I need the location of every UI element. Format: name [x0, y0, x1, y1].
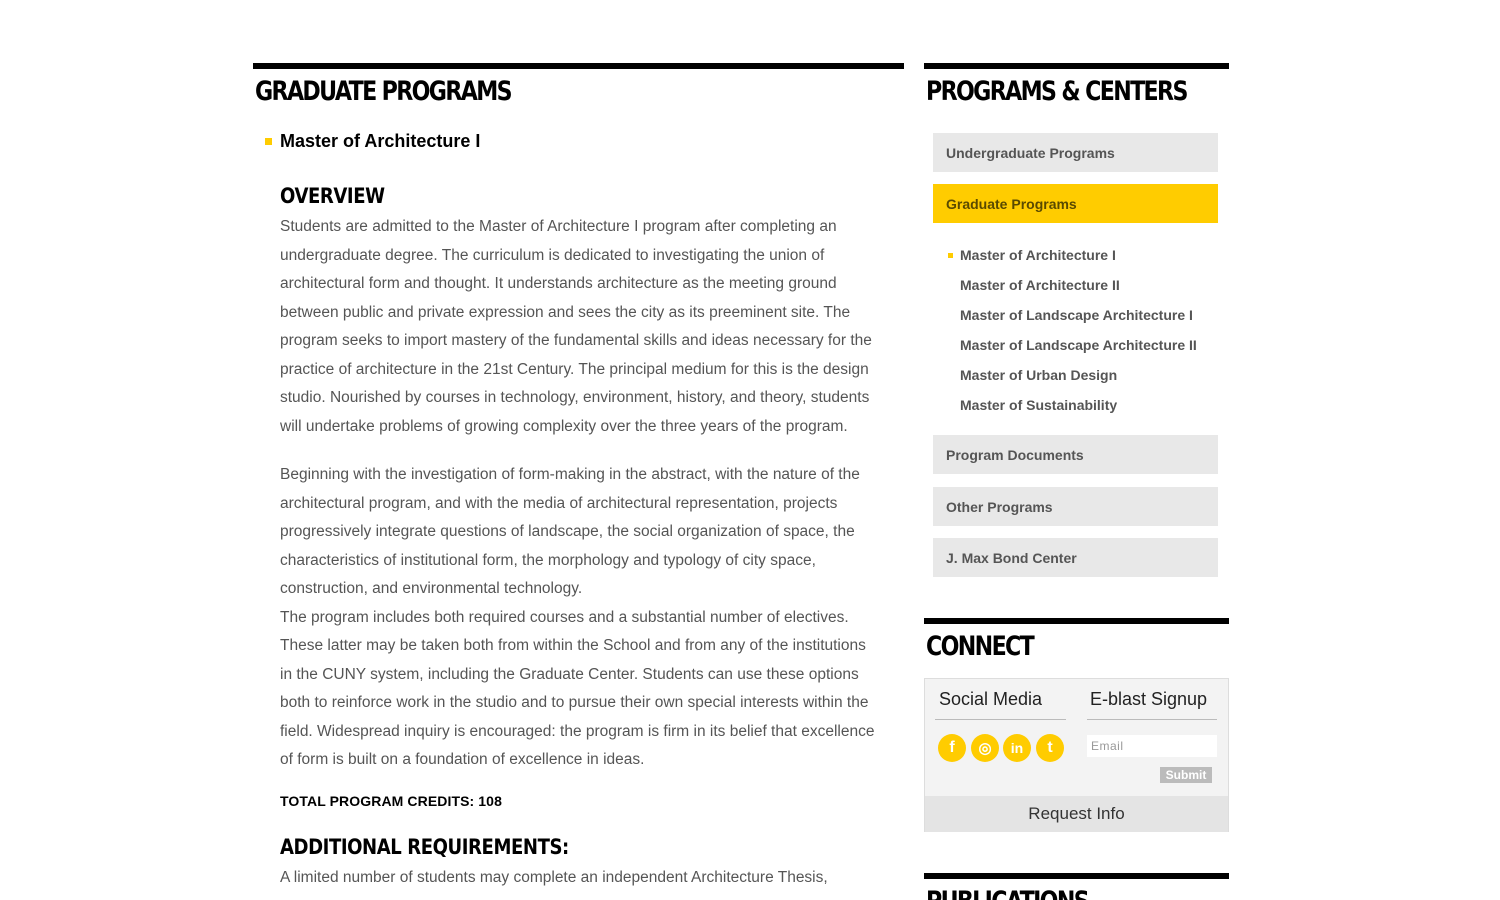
sidebar-title: PROGRAMS & CENTERS	[926, 76, 1188, 107]
sub-nav-item-mla-2[interactable]: Master of Landscape Architecture II	[960, 337, 1197, 353]
publications-section: PUBLICATIONS	[924, 873, 1229, 900]
additional-requirements-text: A limited number of students may complet…	[280, 868, 828, 886]
facebook-icon[interactable]: f	[938, 734, 966, 762]
divider	[1087, 719, 1217, 720]
section-divider	[253, 63, 904, 69]
email-field[interactable]	[1087, 735, 1217, 757]
section-divider	[924, 873, 1229, 879]
nav-graduate-programs[interactable]: Graduate Programs	[933, 184, 1218, 223]
sub-nav-item-march-1[interactable]: Master of Architecture I	[960, 247, 1116, 263]
additional-requirements-heading: ADDITIONAL REQUIREMENTS:	[280, 834, 569, 859]
page-title: GRADUATE PROGRAMS	[255, 76, 513, 107]
instagram-icon[interactable]: ◎	[971, 734, 999, 762]
submit-button[interactable]: Submit	[1160, 767, 1212, 783]
social-media-title: Social Media	[939, 689, 1043, 709]
nav-program-documents[interactable]: Program Documents	[933, 435, 1218, 474]
eblast-title: E-blast Signup	[1090, 689, 1208, 709]
publications-title: PUBLICATIONS	[926, 884, 1174, 900]
program-heading: Master of Architecture I	[265, 131, 480, 152]
nav-j-max-bond-center[interactable]: J. Max Bond Center	[933, 538, 1218, 577]
nav-undergraduate-programs[interactable]: Undergraduate Programs	[933, 133, 1218, 172]
nav-other-programs[interactable]: Other Programs	[933, 487, 1218, 526]
overview-paragraph-1: Students are admitted to the Master of A…	[280, 218, 872, 435]
request-info-button[interactable]: Request Info	[925, 796, 1228, 832]
page: GRADUATE PROGRAMS Master of Architecture…	[0, 0, 1500, 900]
connect-section: CONNECT	[924, 618, 1229, 665]
sub-nav-item-march-2[interactable]: Master of Architecture II	[960, 277, 1120, 293]
bullet-square-icon	[265, 138, 272, 145]
sidebar: PROGRAMS & CENTERS Undergraduate Program…	[924, 63, 1229, 900]
twitter-icon[interactable]: t	[1036, 734, 1064, 762]
connect-box: Social Media E-blast Signup f ◎ in t Sub…	[924, 678, 1229, 832]
section-divider	[924, 63, 1229, 69]
program-title: Master of Architecture I	[280, 131, 481, 151]
sub-nav-item-urban-design[interactable]: Master of Urban Design	[960, 367, 1117, 383]
active-bullet-icon	[948, 253, 953, 258]
overview-paragraph-2: Beginning with the investigation of form…	[280, 466, 860, 597]
overview-paragraph-3: The program includes both required cours…	[280, 608, 875, 769]
main-content: GRADUATE PROGRAMS Master of Architecture…	[253, 63, 904, 886]
divider	[935, 719, 1066, 720]
sub-nav-item-mla-1[interactable]: Master of Landscape Architecture I	[960, 307, 1193, 323]
sub-nav-item-sustainability[interactable]: Master of Sustainability	[960, 397, 1117, 413]
program-description: OVERVIEW Students are admitted to the Ma…	[280, 181, 880, 892]
overview-heading: OVERVIEW	[280, 184, 385, 208]
linkedin-icon[interactable]: in	[1003, 734, 1031, 762]
total-credits: TOTAL PROGRAM CREDITS: 108	[280, 792, 502, 809]
connect-title: CONNECT	[926, 631, 1035, 662]
section-divider	[924, 618, 1229, 624]
